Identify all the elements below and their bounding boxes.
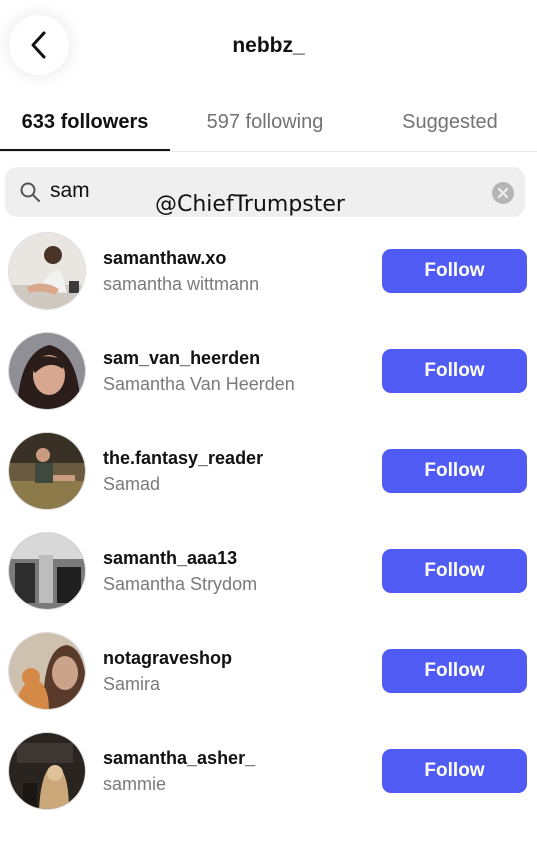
username[interactable]: samanth_aaa13 xyxy=(103,548,237,569)
follow-button[interactable]: Follow xyxy=(382,749,527,793)
full-name: samantha wittmann xyxy=(103,274,260,294)
username[interactable]: samantha_asher_ xyxy=(103,748,255,769)
list-item[interactable]: notagraveshop Samira Follow xyxy=(0,621,537,721)
username[interactable]: notagraveshop xyxy=(103,648,232,669)
follow-button[interactable]: Follow xyxy=(382,349,527,393)
avatar[interactable] xyxy=(8,532,86,610)
full-name: Samantha Van Heerden xyxy=(103,374,295,394)
follow-button[interactable]: Follow xyxy=(382,249,527,293)
avatar[interactable] xyxy=(8,432,86,510)
follow-button[interactable]: Follow xyxy=(382,449,527,493)
follow-button[interactable]: Follow xyxy=(382,649,527,693)
tab-bar: 633 followers 597 following Suggested xyxy=(0,95,537,152)
full-name: Samira xyxy=(103,674,161,694)
page-title: nebbz_ xyxy=(232,34,305,57)
full-name: sammie xyxy=(103,774,167,794)
avatar[interactable] xyxy=(8,632,86,710)
full-name: Samad xyxy=(103,474,161,494)
watermark-text: @ChiefTrumpster xyxy=(155,192,345,217)
tab-followers[interactable]: 633 followers xyxy=(0,95,170,151)
list-item[interactable]: samanthaw.xo samantha wittmann Follow xyxy=(0,221,537,321)
search-query[interactable]: sam xyxy=(50,179,90,203)
avatar[interactable] xyxy=(8,332,86,410)
follow-button[interactable]: Follow xyxy=(382,549,527,593)
clear-icon[interactable] xyxy=(491,181,515,205)
followers-list: samanthaw.xo samantha wittmann Follow sa… xyxy=(0,221,537,821)
list-item[interactable]: samanth_aaa13 Samantha Strydom Follow xyxy=(0,521,537,621)
tab-following[interactable]: 597 following xyxy=(185,95,345,150)
username[interactable]: samanthaw.xo xyxy=(103,248,226,269)
list-item[interactable]: the.fantasy_reader Samad Follow xyxy=(0,421,537,521)
tab-suggested[interactable]: Suggested xyxy=(380,95,520,150)
username[interactable]: the.fantasy_reader xyxy=(103,448,263,469)
list-item[interactable]: samantha_asher_ sammie Follow xyxy=(0,721,537,821)
header: nebbz_ xyxy=(0,0,537,95)
username[interactable]: sam_van_heerden xyxy=(103,348,260,369)
avatar[interactable] xyxy=(8,732,86,810)
full-name: Samantha Strydom xyxy=(103,574,258,594)
search-icon xyxy=(20,182,40,202)
list-item[interactable]: sam_van_heerden Samantha Van Heerden Fol… xyxy=(0,321,537,421)
avatar[interactable] xyxy=(8,232,86,310)
